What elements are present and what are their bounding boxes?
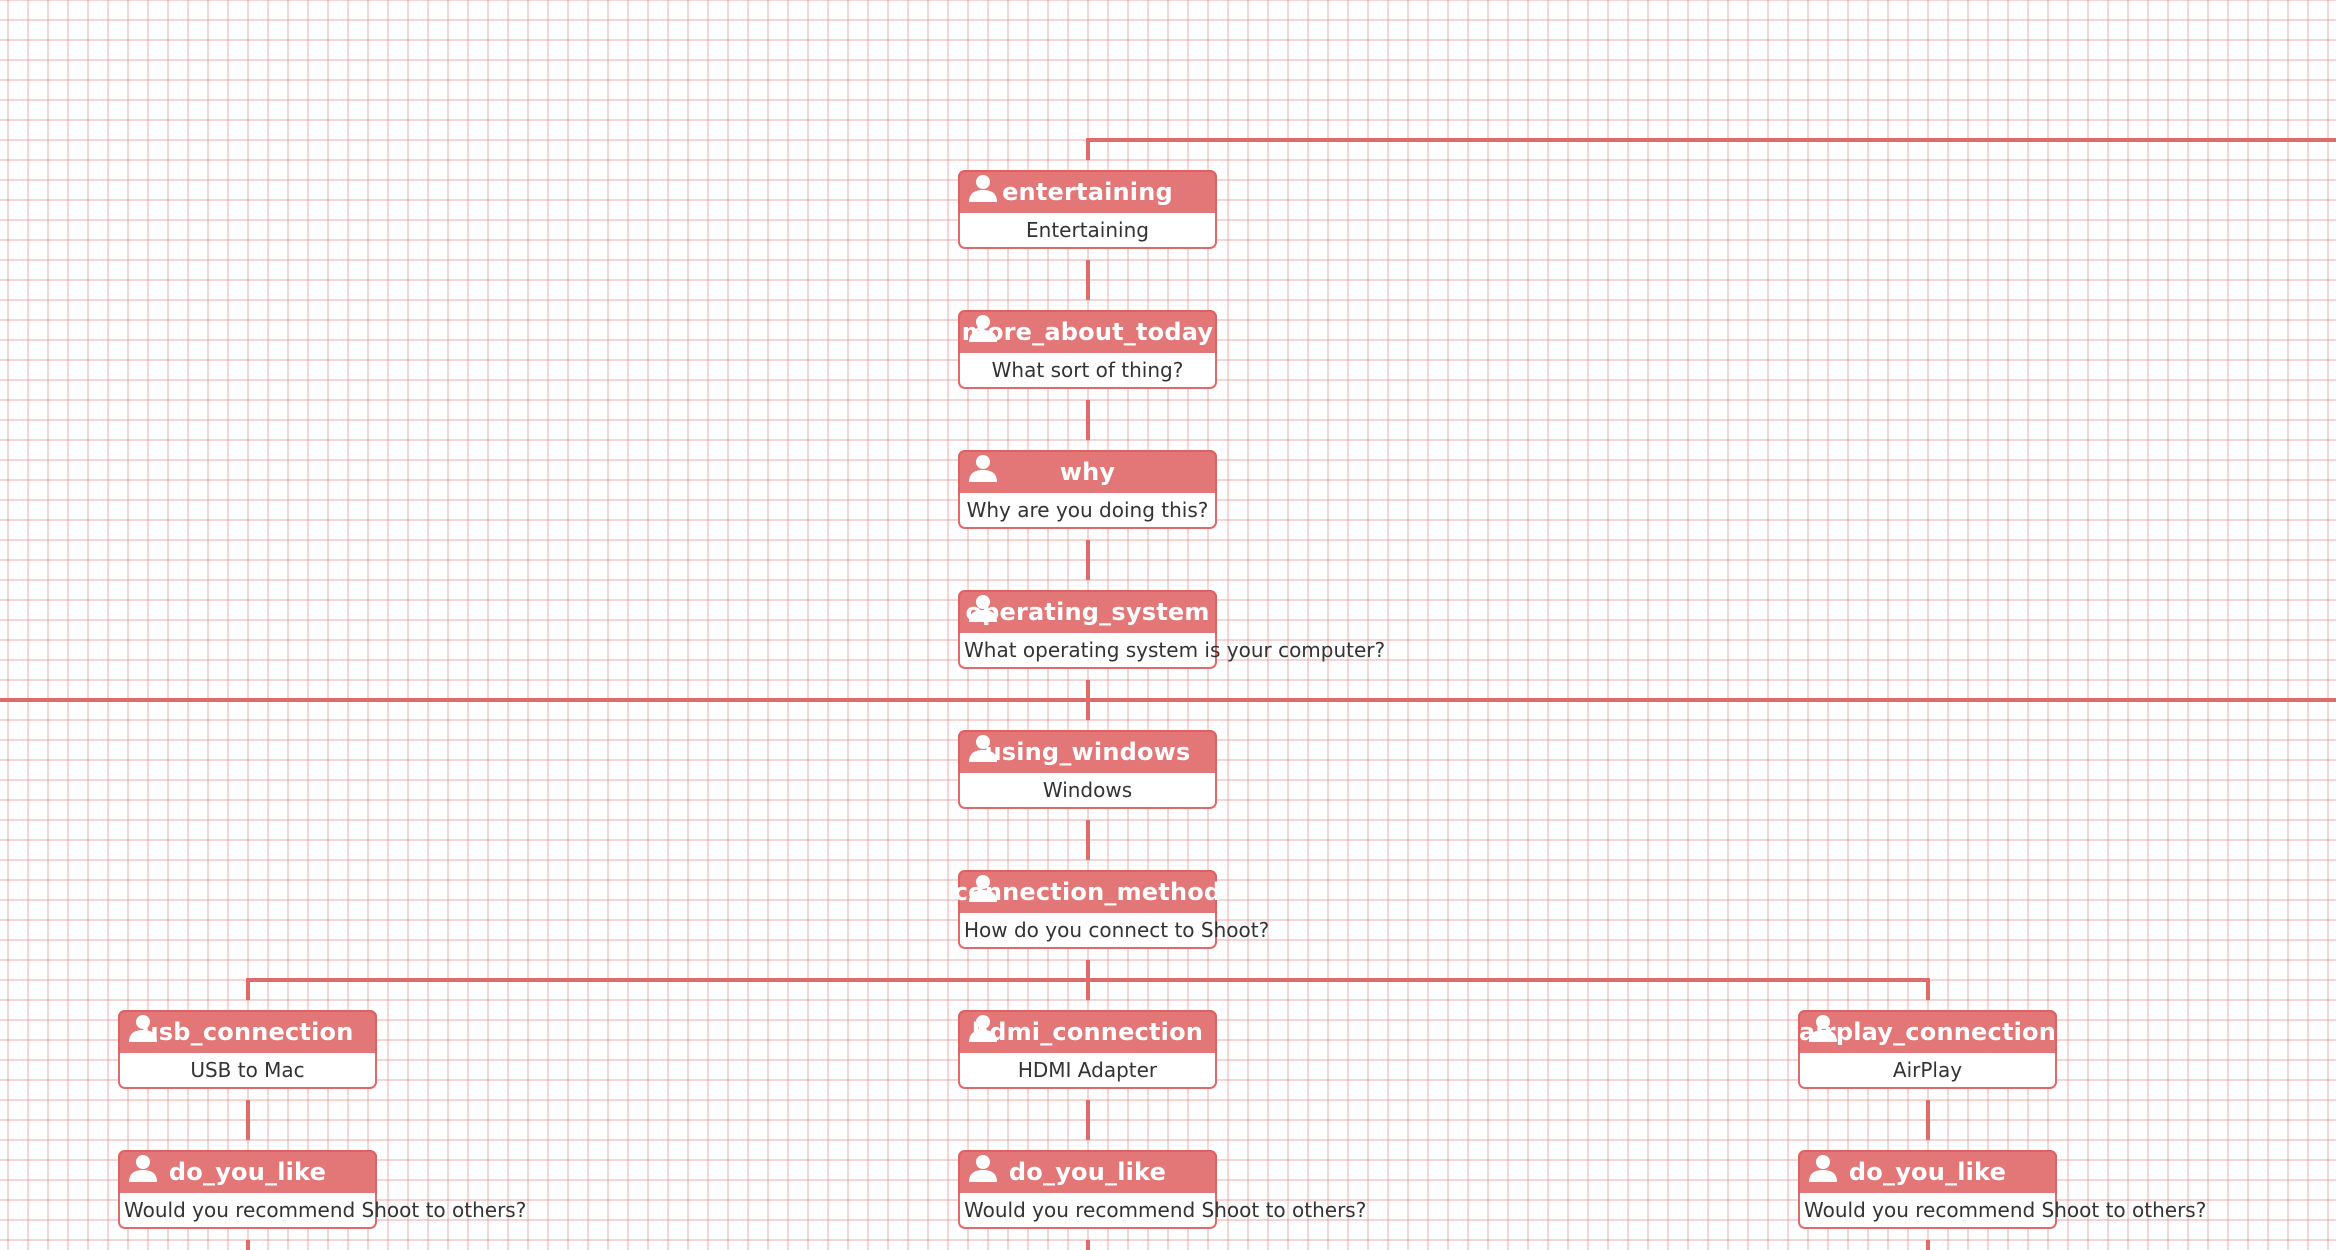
user-icon (969, 175, 997, 202)
node-title: do_you_like (168, 1157, 327, 1186)
node-body: How do you connect to Shoot? (960, 913, 1269, 947)
edge-crossing-horizontal (0, 698, 2336, 702)
node-hdmi_connection[interactable]: hdmi_connection HDMI Adapter (958, 1010, 1217, 1089)
node-header: do_you_like (958, 1150, 1217, 1193)
node-header: entertaining (958, 170, 1217, 213)
node-usb_connection[interactable]: usb_connection USB to Mac (118, 1010, 377, 1089)
node-text: Windows (1042, 778, 1133, 802)
user-icon (969, 875, 997, 902)
node-text: What operating system is your computer? (964, 638, 1386, 662)
user-icon (969, 1155, 997, 1182)
node-header: do_you_like (1798, 1150, 2057, 1193)
node-title: usb_connection (141, 1017, 354, 1046)
node-title: operating_system (965, 597, 1210, 626)
edge-branch-airplay (1926, 978, 1930, 1000)
node-using_windows[interactable]: using_windows Windows (958, 730, 1217, 809)
user-icon (1809, 1015, 1837, 1042)
edge-why-operating_system (1086, 540, 1090, 580)
edge-hdmi-do_you_like (1086, 1100, 1090, 1140)
node-title: do_you_like (1848, 1157, 2007, 1186)
node-do_you_like-airplay[interactable]: do_you_like Would you recommend Shoot to… (1798, 1150, 2206, 1229)
user-icon (1809, 1155, 1837, 1182)
node-more_about_today[interactable]: more_about_today What sort of thing? (958, 310, 1217, 389)
node-header: do_you_like (118, 1150, 377, 1193)
edge-entertaining-more_about_today (1086, 260, 1090, 300)
node-header: airplay_connection (1798, 1010, 2057, 1053)
node-text: Would you recommend Shoot to others? (964, 1198, 1367, 1222)
node-body: USB to Mac (120, 1053, 375, 1087)
node-entertaining[interactable]: entertaining Entertaining (958, 170, 1217, 249)
edge-branch-usb (246, 978, 250, 1000)
node-text: HDMI Adapter (1017, 1058, 1158, 1082)
node-do_you_like-hdmi[interactable]: do_you_like Would you recommend Shoot to… (958, 1150, 1366, 1229)
node-text: Would you recommend Shoot to others? (124, 1198, 527, 1222)
user-icon (969, 315, 997, 342)
node-header: hdmi_connection (958, 1010, 1217, 1053)
edge-incoming-vertical (1086, 138, 1090, 160)
node-text: Would you recommend Shoot to others? (1804, 1198, 2207, 1222)
node-why[interactable]: why Why are you doing this? (958, 450, 1217, 529)
edge-airplay-do_you_like (1926, 1100, 1930, 1140)
node-body: HDMI Adapter (960, 1053, 1215, 1087)
node-header: operating_system (958, 590, 1217, 633)
node-title: hdmi_connection (971, 1017, 1204, 1046)
node-header: more_about_today (958, 310, 1217, 353)
edge-hdmi-outgoing (1086, 1240, 1090, 1250)
node-text: Entertaining (1026, 218, 1149, 242)
node-body: AirPlay (1800, 1053, 2055, 1087)
node-title: using_windows (984, 737, 1191, 766)
flowchart-canvas[interactable]: entertaining Entertaining more_about_tod… (0, 0, 2336, 1250)
node-text: Why are you doing this? (966, 498, 1209, 522)
node-body: Windows (960, 773, 1215, 807)
edge-incoming-horizontal (1086, 138, 2336, 142)
user-icon (129, 1015, 157, 1042)
node-do_you_like-usb[interactable]: do_you_like Would you recommend Shoot to… (118, 1150, 526, 1229)
node-header: connection_method (954, 870, 1221, 913)
edge-connection_method-branch-horizontal (246, 978, 1930, 982)
user-icon (969, 595, 997, 622)
node-title: more_about_today (961, 317, 1214, 346)
node-airplay_connection[interactable]: airplay_connection AirPlay (1798, 1010, 2057, 1089)
node-text: How do you connect to Shoot? (964, 918, 1270, 942)
node-body: Why are you doing this? (960, 493, 1215, 527)
edge-airplay-outgoing (1926, 1240, 1930, 1250)
node-header: why (958, 450, 1217, 493)
node-body: Would you recommend Shoot to others? (960, 1193, 1366, 1227)
user-icon (969, 1015, 997, 1042)
node-text: USB to Mac (190, 1058, 305, 1082)
node-header: using_windows (958, 730, 1217, 773)
user-icon (969, 455, 997, 482)
node-connection_method[interactable]: connection_method How do you connect to … (954, 870, 1269, 949)
node-operating_system[interactable]: operating_system What operating system i… (958, 590, 1385, 669)
user-icon (129, 1155, 157, 1182)
node-body: What sort of thing? (960, 353, 1215, 387)
node-text: AirPlay (1892, 1058, 1963, 1082)
edge-usb-outgoing (246, 1240, 250, 1250)
node-body: Would you recommend Shoot to others? (1800, 1193, 2206, 1227)
node-title: do_you_like (1008, 1157, 1167, 1186)
node-text: What sort of thing? (991, 358, 1184, 382)
edge-more_about_today-why (1086, 400, 1090, 440)
edge-usb-do_you_like (246, 1100, 250, 1140)
node-title: why (1059, 457, 1116, 486)
node-body: Would you recommend Shoot to others? (120, 1193, 526, 1227)
node-title: entertaining (1002, 177, 1173, 206)
node-body: What operating system is your computer? (960, 633, 1385, 667)
node-header: usb_connection (118, 1010, 377, 1053)
edge-using_windows-connection_method (1086, 820, 1090, 860)
node-body: Entertaining (960, 213, 1215, 247)
user-icon (969, 735, 997, 762)
